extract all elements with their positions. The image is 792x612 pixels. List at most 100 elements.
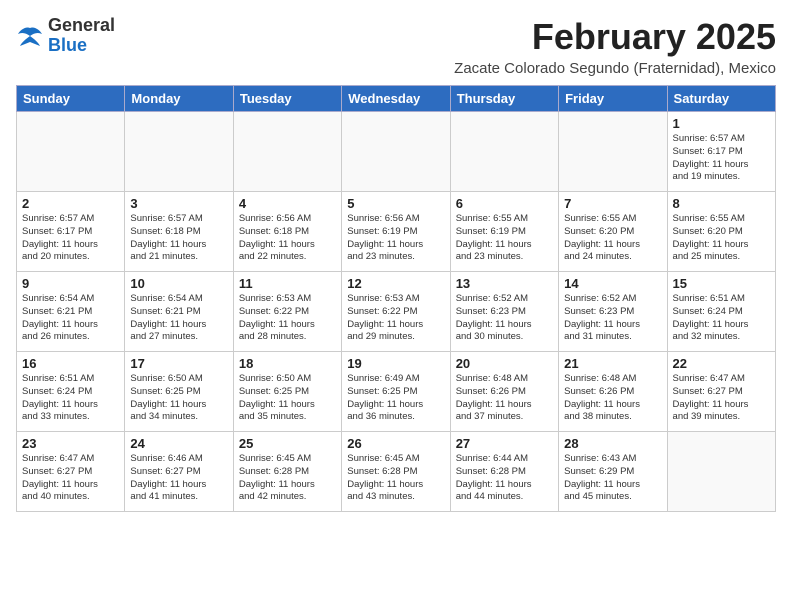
logo-general: General <box>48 16 115 36</box>
day-number: 20 <box>456 356 553 371</box>
day-number: 12 <box>347 276 444 291</box>
day-info: Sunrise: 6:54 AM Sunset: 6:21 PM Dayligh… <box>130 293 227 344</box>
logo: General Blue <box>16 16 115 56</box>
col-header-wednesday: Wednesday <box>342 86 450 112</box>
calendar-cell: 7 Sunrise: 6:55 AM Sunset: 6:20 PM Daylig… <box>559 192 667 272</box>
month-title: February 2025 <box>454 16 776 58</box>
day-number: 16 <box>22 356 119 371</box>
day-info: Sunrise: 6:48 AM Sunset: 6:26 PM Dayligh… <box>564 373 661 424</box>
day-info: Sunrise: 6:50 AM Sunset: 6:25 PM Dayligh… <box>239 373 336 424</box>
week-row-4: 16 Sunrise: 6:51 AM Sunset: 6:24 PM Dayli… <box>17 352 776 432</box>
day-number: 6 <box>456 196 553 211</box>
col-header-saturday: Saturday <box>667 86 775 112</box>
calendar-cell: 15 Sunrise: 6:51 AM Sunset: 6:24 PM Dayli… <box>667 272 775 352</box>
calendar-cell: 2 Sunrise: 6:57 AM Sunset: 6:17 PM Daylig… <box>17 192 125 272</box>
day-number: 27 <box>456 436 553 451</box>
day-info: Sunrise: 6:56 AM Sunset: 6:19 PM Dayligh… <box>347 213 444 264</box>
title-block: February 2025 Zacate Colorado Segundo (F… <box>454 16 776 77</box>
col-header-sunday: Sunday <box>17 86 125 112</box>
day-info: Sunrise: 6:51 AM Sunset: 6:24 PM Dayligh… <box>673 293 770 344</box>
calendar-cell: 5 Sunrise: 6:56 AM Sunset: 6:19 PM Daylig… <box>342 192 450 272</box>
week-row-2: 2 Sunrise: 6:57 AM Sunset: 6:17 PM Daylig… <box>17 192 776 272</box>
col-header-thursday: Thursday <box>450 86 558 112</box>
col-header-tuesday: Tuesday <box>233 86 341 112</box>
calendar-cell <box>125 112 233 192</box>
day-number: 21 <box>564 356 661 371</box>
day-info: Sunrise: 6:51 AM Sunset: 6:24 PM Dayligh… <box>22 373 119 424</box>
day-info: Sunrise: 6:45 AM Sunset: 6:28 PM Dayligh… <box>239 453 336 504</box>
calendar-cell: 12 Sunrise: 6:53 AM Sunset: 6:22 PM Dayli… <box>342 272 450 352</box>
calendar-cell: 26Sunrise: 6:45 AM Sunset: 6:28 PM Dayli… <box>342 432 450 512</box>
day-info: Sunrise: 6:55 AM Sunset: 6:20 PM Dayligh… <box>564 213 661 264</box>
day-info: Sunrise: 6:47 AM Sunset: 6:27 PM Dayligh… <box>673 373 770 424</box>
day-info: Sunrise: 6:57 AM Sunset: 6:18 PM Dayligh… <box>130 213 227 264</box>
day-number: 10 <box>130 276 227 291</box>
calendar-cell: 27 Sunrise: 6:44 AM Sunset: 6:28 PM Dayli… <box>450 432 558 512</box>
calendar-cell: 14 Sunrise: 6:52 AM Sunset: 6:23 PM Dayli… <box>559 272 667 352</box>
day-number: 28 <box>564 436 661 451</box>
col-header-friday: Friday <box>559 86 667 112</box>
day-number: 3 <box>130 196 227 211</box>
day-number: 22 <box>673 356 770 371</box>
day-info: Sunrise: 6:53 AM Sunset: 6:22 PM Dayligh… <box>347 293 444 344</box>
week-row-1: 1Sunrise: 6:57 AM Sunset: 6:17 PM Daylig… <box>17 112 776 192</box>
day-number: 4 <box>239 196 336 211</box>
calendar-cell: 25Sunrise: 6:45 AM Sunset: 6:28 PM Dayli… <box>233 432 341 512</box>
calendar-cell <box>450 112 558 192</box>
calendar-cell: 10 Sunrise: 6:54 AM Sunset: 6:21 PM Dayli… <box>125 272 233 352</box>
day-info: Sunrise: 6:52 AM Sunset: 6:23 PM Dayligh… <box>456 293 553 344</box>
location-subtitle: Zacate Colorado Segundo (Fraternidad), M… <box>454 60 776 77</box>
calendar-cell: 1Sunrise: 6:57 AM Sunset: 6:17 PM Daylig… <box>667 112 775 192</box>
day-info: Sunrise: 6:48 AM Sunset: 6:26 PM Dayligh… <box>456 373 553 424</box>
day-number: 7 <box>564 196 661 211</box>
day-info: Sunrise: 6:44 AM Sunset: 6:28 PM Dayligh… <box>456 453 553 504</box>
day-number: 11 <box>239 276 336 291</box>
calendar-cell: 21 Sunrise: 6:48 AM Sunset: 6:26 PM Dayli… <box>559 352 667 432</box>
calendar-cell: 4 Sunrise: 6:56 AM Sunset: 6:18 PM Daylig… <box>233 192 341 272</box>
day-number: 5 <box>347 196 444 211</box>
day-number: 8 <box>673 196 770 211</box>
calendar-cell: 3 Sunrise: 6:57 AM Sunset: 6:18 PM Daylig… <box>125 192 233 272</box>
calendar-cell: 22 Sunrise: 6:47 AM Sunset: 6:27 PM Dayli… <box>667 352 775 432</box>
day-number: 26 <box>347 436 444 451</box>
day-number: 14 <box>564 276 661 291</box>
logo-blue: Blue <box>48 36 115 56</box>
calendar-cell: 24 Sunrise: 6:46 AM Sunset: 6:27 PM Dayli… <box>125 432 233 512</box>
bird-icon <box>16 24 44 48</box>
calendar-cell <box>17 112 125 192</box>
day-number: 19 <box>347 356 444 371</box>
calendar-table: SundayMondayTuesdayWednesdayThursdayFrid… <box>16 85 776 512</box>
calendar-cell: 16 Sunrise: 6:51 AM Sunset: 6:24 PM Dayli… <box>17 352 125 432</box>
day-number: 13 <box>456 276 553 291</box>
day-info: Sunrise: 6:53 AM Sunset: 6:22 PM Dayligh… <box>239 293 336 344</box>
days-header-row: SundayMondayTuesdayWednesdayThursdayFrid… <box>17 86 776 112</box>
day-info: Sunrise: 6:57 AM Sunset: 6:17 PM Dayligh… <box>22 213 119 264</box>
calendar-cell: 28 Sunrise: 6:43 AM Sunset: 6:29 PM Dayli… <box>559 432 667 512</box>
week-row-3: 9Sunrise: 6:54 AM Sunset: 6:21 PM Daylig… <box>17 272 776 352</box>
day-info: Sunrise: 6:46 AM Sunset: 6:27 PM Dayligh… <box>130 453 227 504</box>
calendar-cell: 18Sunrise: 6:50 AM Sunset: 6:25 PM Dayli… <box>233 352 341 432</box>
calendar-cell: 6Sunrise: 6:55 AM Sunset: 6:19 PM Daylig… <box>450 192 558 272</box>
day-number: 2 <box>22 196 119 211</box>
calendar-cell: 20 Sunrise: 6:48 AM Sunset: 6:26 PM Dayli… <box>450 352 558 432</box>
calendar-cell: 19 Sunrise: 6:49 AM Sunset: 6:25 PM Dayli… <box>342 352 450 432</box>
week-row-5: 23Sunrise: 6:47 AM Sunset: 6:27 PM Dayli… <box>17 432 776 512</box>
calendar-cell <box>559 112 667 192</box>
day-info: Sunrise: 6:43 AM Sunset: 6:29 PM Dayligh… <box>564 453 661 504</box>
day-info: Sunrise: 6:47 AM Sunset: 6:27 PM Dayligh… <box>22 453 119 504</box>
calendar-cell: 17Sunrise: 6:50 AM Sunset: 6:25 PM Dayli… <box>125 352 233 432</box>
day-number: 1 <box>673 116 770 131</box>
day-info: Sunrise: 6:52 AM Sunset: 6:23 PM Dayligh… <box>564 293 661 344</box>
calendar-cell: 9Sunrise: 6:54 AM Sunset: 6:21 PM Daylig… <box>17 272 125 352</box>
day-info: Sunrise: 6:56 AM Sunset: 6:18 PM Dayligh… <box>239 213 336 264</box>
day-number: 17 <box>130 356 227 371</box>
day-number: 15 <box>673 276 770 291</box>
day-info: Sunrise: 6:49 AM Sunset: 6:25 PM Dayligh… <box>347 373 444 424</box>
calendar-cell <box>667 432 775 512</box>
calendar-cell: 23Sunrise: 6:47 AM Sunset: 6:27 PM Dayli… <box>17 432 125 512</box>
day-info: Sunrise: 6:55 AM Sunset: 6:20 PM Dayligh… <box>673 213 770 264</box>
calendar-cell: 11 Sunrise: 6:53 AM Sunset: 6:22 PM Dayli… <box>233 272 341 352</box>
header: General Blue February 2025 Zacate Colora… <box>16 16 776 77</box>
day-number: 24 <box>130 436 227 451</box>
calendar-cell <box>342 112 450 192</box>
